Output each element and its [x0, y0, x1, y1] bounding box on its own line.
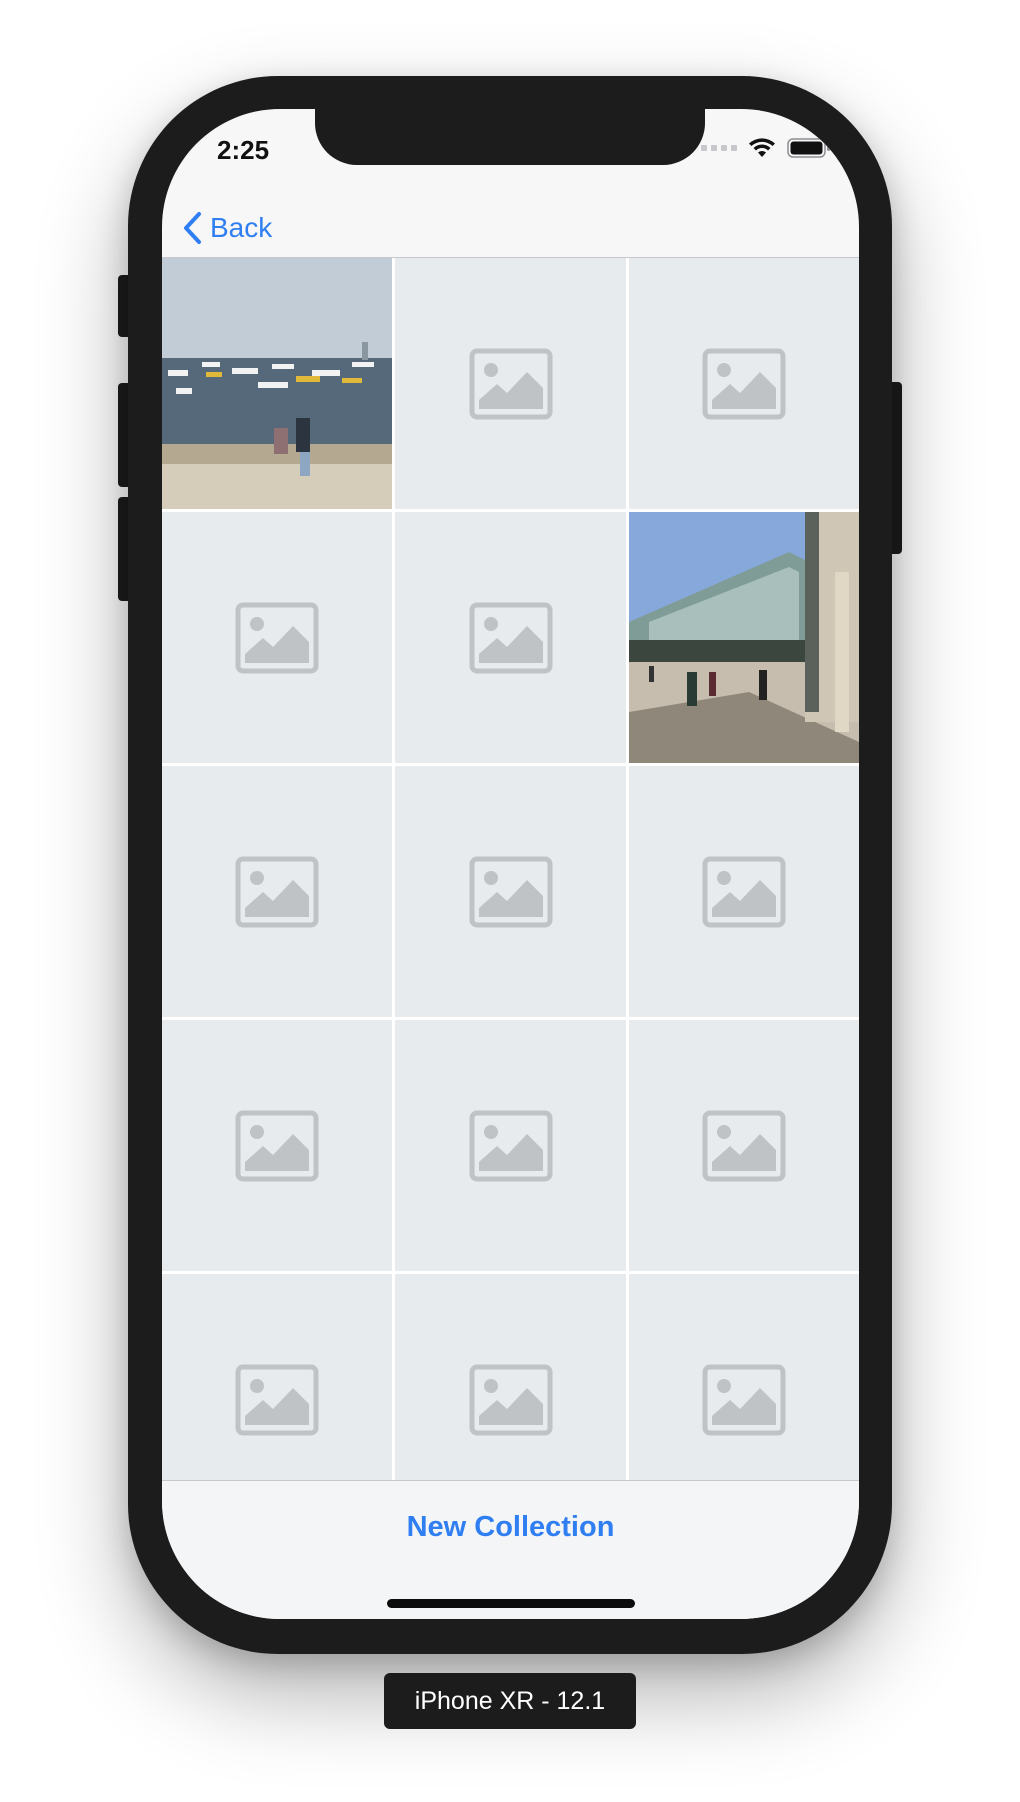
bottom-toolbar: New Collection: [162, 1480, 859, 1619]
simulator-stage: 2:25 Back New Collection iPhone XR - 12.…: [0, 0, 1020, 1802]
chevron-left-icon: [184, 212, 201, 244]
status-icons: [701, 137, 831, 159]
image-placeholder-icon: [235, 856, 319, 927]
image-placeholder-icon: [702, 348, 786, 419]
placeholder-cell[interactable]: [395, 1274, 626, 1480]
image-placeholder-icon: [702, 1110, 786, 1181]
back-button[interactable]: Back: [182, 211, 272, 245]
back-label: Back: [210, 212, 273, 243]
placeholder-cell[interactable]: [395, 512, 626, 763]
image-placeholder-icon: [235, 1364, 319, 1435]
placeholder-cell[interactable]: [629, 1020, 859, 1271]
photo-terminal-image: [629, 512, 859, 763]
photo-cell[interactable]: [629, 512, 859, 763]
image-placeholder-icon: [235, 1110, 319, 1181]
placeholder-cell[interactable]: [629, 766, 859, 1017]
placeholder-cell[interactable]: [395, 766, 626, 1017]
wifi-icon: [749, 138, 775, 157]
new-collection-button[interactable]: New Collection: [162, 1511, 859, 1544]
photo-cell[interactable]: [162, 258, 392, 509]
battery-icon: [787, 138, 830, 158]
cellular-signal-icon: [701, 145, 737, 151]
image-placeholder-icon: [702, 856, 786, 927]
image-placeholder-icon: [469, 348, 552, 419]
navigation-bar: Back: [162, 199, 859, 257]
photo-grid[interactable]: [162, 258, 859, 1480]
simulator-device-label: iPhone XR - 12.1: [384, 1673, 636, 1729]
image-placeholder-icon: [235, 602, 319, 673]
image-placeholder-icon: [469, 1364, 552, 1435]
home-indicator: [387, 1599, 635, 1608]
placeholder-cell[interactable]: [395, 1020, 626, 1271]
notch: [315, 109, 705, 165]
placeholder-cell[interactable]: [629, 1274, 859, 1480]
image-placeholder-icon: [469, 856, 552, 927]
placeholder-cell[interactable]: [162, 766, 392, 1017]
placeholder-cell[interactable]: [162, 1020, 392, 1271]
device-screen: 2:25 Back New Collection: [162, 109, 859, 1619]
placeholder-cell[interactable]: [162, 512, 392, 763]
photo-harbor-image: [162, 258, 392, 509]
status-time: 2:25: [217, 135, 270, 165]
image-placeholder-icon: [469, 1110, 552, 1181]
placeholder-cell[interactable]: [162, 1274, 392, 1480]
placeholder-cell[interactable]: [395, 258, 626, 509]
placeholder-cell[interactable]: [629, 258, 859, 509]
image-placeholder-icon: [469, 602, 552, 673]
image-placeholder-icon: [702, 1364, 786, 1435]
